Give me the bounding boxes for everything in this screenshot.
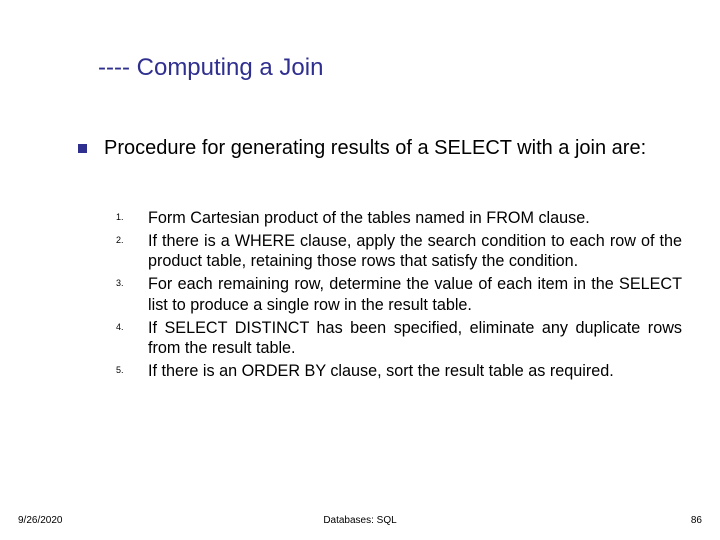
list-item: 3. For each remaining row, determine the… [148,274,682,315]
list-item: 1. Form Cartesian product of the tables … [148,208,682,229]
ordered-list: 1. Form Cartesian product of the tables … [148,208,682,384]
intro-text: Procedure for generating results of a SE… [104,136,678,161]
item-number: 3. [116,278,124,288]
item-text: If SELECT DISTINCT has been specified, e… [148,318,682,359]
slide: ---- Computing a Join Procedure for gene… [0,0,720,540]
footer-title: Databases: SQL [0,515,720,526]
bullet-square-icon [78,144,87,153]
item-number: 4. [116,322,124,332]
item-number: 5. [116,365,124,375]
intro-block: Procedure for generating results of a SE… [78,136,678,161]
footer-page-number: 86 [691,515,702,526]
list-item: 5. If there is an ORDER BY clause, sort … [148,361,682,382]
list-item: 4. If SELECT DISTINCT has been specified… [148,318,682,359]
item-text: If there is an ORDER BY clause, sort the… [148,361,682,382]
item-number: 1. [116,212,124,222]
slide-title: ---- Computing a Join [98,54,323,82]
item-number: 2. [116,235,124,245]
item-text: If there is a WHERE clause, apply the se… [148,231,682,272]
item-text: Form Cartesian product of the tables nam… [148,208,682,229]
item-text: For each remaining row, determine the va… [148,274,682,315]
list-item: 2. If there is a WHERE clause, apply the… [148,231,682,272]
